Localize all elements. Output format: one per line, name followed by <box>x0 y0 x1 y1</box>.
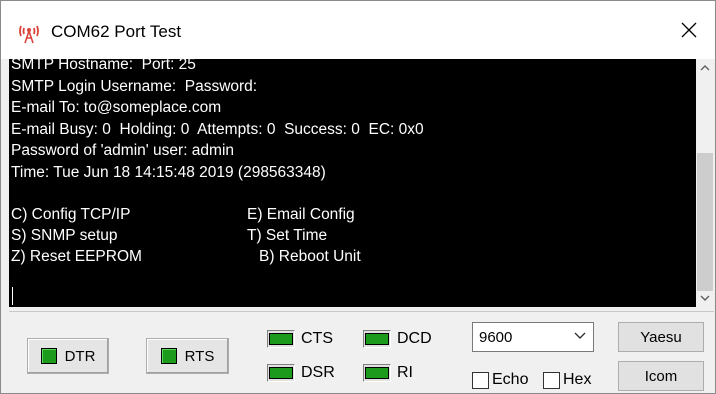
scroll-up-button[interactable] <box>696 59 714 77</box>
cts-label: CTS <box>301 330 333 347</box>
close-button[interactable] <box>669 11 709 49</box>
dtr-label: DTR <box>64 347 96 365</box>
console-line: E-mail To: to@someplace.com <box>11 99 222 116</box>
menu-email-config: E) Email Config <box>247 206 355 223</box>
title-bar: COM62 Port Test <box>1 1 715 59</box>
baud-rate-select[interactable]: 9600 <box>472 322 594 352</box>
hex-checkbox-box[interactable] <box>543 371 560 389</box>
console-line: E-mail Busy: 0 Holding: 0 Attempts: 0 Su… <box>11 121 424 138</box>
dcd-label: DCD <box>397 330 432 347</box>
echo-label: Echo <box>492 371 529 388</box>
console-line: Password of 'admin' user: admin <box>11 142 235 159</box>
echo-checkbox[interactable]: Echo <box>472 371 528 389</box>
ri-indicator: RI <box>363 364 413 382</box>
menu-snmp-setup: S) SNMP setup <box>11 227 118 244</box>
app-window: COM62 Port Test SMTP Hostname: Port: 25 … <box>0 0 716 394</box>
dsr-label: DSR <box>301 364 335 381</box>
dsr-indicator: DSR <box>267 364 335 382</box>
baud-rate-value: 9600 <box>479 328 513 346</box>
chevron-down-icon <box>574 332 586 339</box>
close-icon <box>681 22 697 38</box>
menu-config-tcpip: C) Config TCP/IP <box>11 206 131 223</box>
dsr-led-icon <box>267 364 295 382</box>
console-line: Time: Tue Jun 18 14:15:48 2019 (29856334… <box>11 164 326 181</box>
dtr-led-icon <box>40 348 57 364</box>
icom-button[interactable]: Icom <box>618 361 704 391</box>
console-line: SMTP Hostname: Port: 25 <box>11 59 196 73</box>
menu-set-time: T) Set Time <box>247 227 328 244</box>
menu-reboot-unit: B) Reboot Unit <box>259 248 361 265</box>
terminal-output[interactable]: SMTP Hostname: Port: 25 SMTP Login Usern… <box>9 59 696 307</box>
echo-checkbox-box[interactable] <box>472 371 489 389</box>
antenna-icon <box>18 22 40 44</box>
rts-button[interactable]: RTS <box>146 338 229 374</box>
dtr-button[interactable]: DTR <box>27 338 109 374</box>
dcd-indicator: DCD <box>363 330 432 348</box>
ri-led-icon <box>363 364 391 382</box>
menu-reset-eeprom: Z) Reset EEPROM <box>11 248 142 265</box>
scroll-thumb[interactable] <box>697 153 713 291</box>
cts-indicator: CTS <box>267 330 333 348</box>
text-cursor <box>12 287 13 305</box>
window-title: COM62 Port Test <box>51 22 182 41</box>
hex-label: Hex <box>563 371 592 388</box>
rts-label: RTS <box>184 347 215 365</box>
chevron-down-icon <box>700 295 710 301</box>
chevron-up-icon <box>700 65 710 71</box>
control-panel: DTR RTS CTS DCD DSR RI 9600 Echo Hex Yae… <box>9 311 714 393</box>
cts-led-icon <box>267 330 295 348</box>
rts-led-icon <box>160 348 177 364</box>
dcd-led-icon <box>363 330 391 348</box>
vertical-scrollbar[interactable] <box>696 59 714 307</box>
console-line: SMTP Login Username: Password: <box>11 78 258 95</box>
yaesu-button[interactable]: Yaesu <box>618 322 704 352</box>
hex-checkbox[interactable]: Hex <box>543 371 591 389</box>
scroll-down-button[interactable] <box>696 289 714 307</box>
ri-label: RI <box>397 364 413 381</box>
